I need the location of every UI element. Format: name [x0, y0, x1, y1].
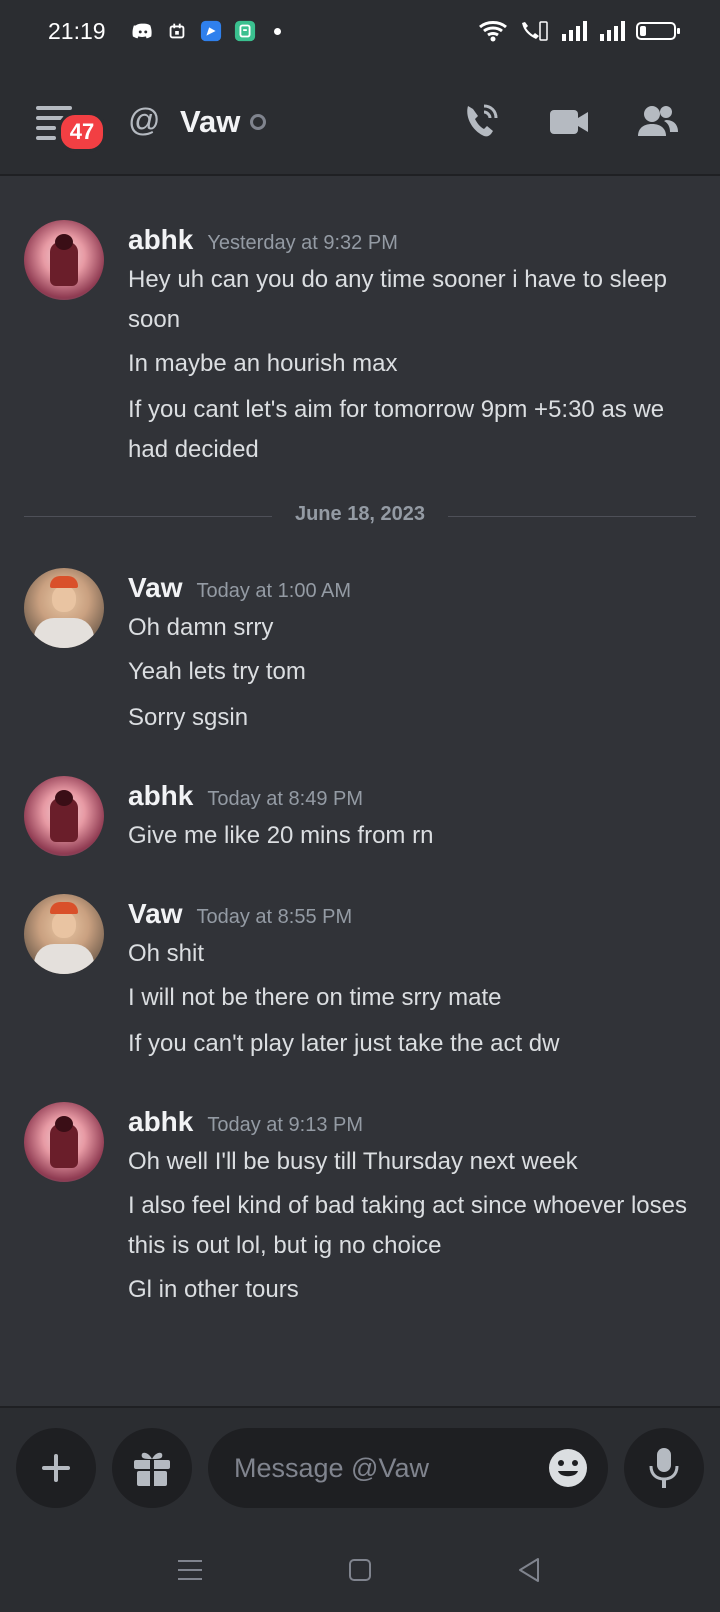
- avatar[interactable]: [24, 776, 104, 856]
- gift-icon: [134, 1452, 170, 1486]
- date-divider-label: June 18, 2023: [294, 503, 426, 525]
- message-list: abhk Yesterday at 9:32 PM Hey uh can you …: [0, 176, 720, 1406]
- voice-message-button[interactable]: [624, 1428, 704, 1508]
- timestamp: Today at 1:00 AM: [196, 580, 352, 602]
- message-text: I will not be there on time srry mate: [128, 984, 502, 1011]
- username[interactable]: abhk: [128, 780, 193, 811]
- message-text: Give me like 20 mins from rn: [128, 822, 434, 849]
- message-text: Oh damn srry: [128, 614, 274, 641]
- message-text: Oh well I'll be busy till Thursday next …: [128, 1148, 578, 1175]
- phone-call-icon[interactable]: [460, 100, 504, 144]
- wifi-icon: [479, 21, 507, 42]
- back-icon[interactable]: [514, 1554, 546, 1586]
- channel-title[interactable]: Vaw: [180, 104, 240, 140]
- username[interactable]: Vaw: [128, 898, 182, 929]
- app-blue-icon: [200, 20, 222, 42]
- timestamp: Today at 9:13 PM: [207, 1114, 364, 1136]
- gift-button[interactable]: [112, 1428, 192, 1508]
- message-text: Hey uh can you do any time sooner i have…: [128, 266, 667, 333]
- unread-badge: 47: [58, 112, 106, 152]
- message-text: Sorry sgsin: [128, 704, 249, 731]
- avatar[interactable]: [24, 220, 104, 300]
- timestamp: Yesterday at 9:32 PM: [207, 232, 398, 254]
- message-header: abhk Yesterday at 9:32 PM: [128, 224, 398, 256]
- channel-header: 47 @ Vaw: [0, 66, 720, 176]
- message-text: I also feel kind of bad taking act since…: [128, 1192, 687, 1259]
- message-header: Vaw Today at 8:55 PM: [128, 898, 352, 930]
- battery-icon: [636, 22, 680, 40]
- video-camera-icon[interactable]: [548, 100, 592, 144]
- status-time: 21:19: [48, 18, 106, 44]
- message-text: If you cant let's aim for tomorrow 9pm +…: [128, 396, 665, 463]
- add-attachment-button[interactable]: [16, 1428, 96, 1508]
- status-bar: 21:19: [0, 0, 720, 66]
- signal-1-icon: [562, 21, 587, 41]
- status-left-icons: [132, 20, 281, 42]
- at-icon: @: [128, 102, 161, 138]
- status-right-icons: [478, 19, 680, 43]
- signal-2-icon: [600, 21, 625, 41]
- volte-call-icon: [522, 21, 548, 41]
- avatar[interactable]: [24, 568, 104, 648]
- message-text: Yeah lets try tom: [128, 658, 306, 685]
- system-nav-bar: [0, 1528, 720, 1612]
- message-placeholder: Message @Vaw: [234, 1453, 429, 1483]
- message-header: abhk Today at 9:13 PM: [128, 1106, 363, 1138]
- home-icon[interactable]: [344, 1554, 376, 1586]
- username[interactable]: abhk: [128, 1106, 193, 1137]
- message-text: Oh shit: [128, 940, 205, 967]
- message-header: Vaw Today at 1:00 AM: [128, 572, 351, 604]
- message-text: In maybe an hourish max: [128, 350, 398, 377]
- plus-icon: [42, 1454, 70, 1482]
- timestamp: Today at 8:49 PM: [207, 788, 364, 810]
- message-composer: Message @Vaw: [0, 1406, 720, 1530]
- discord-icon: [132, 23, 152, 39]
- members-icon[interactable]: [636, 100, 680, 144]
- menu-icon[interactable]: [174, 1554, 206, 1586]
- microphone-icon: [649, 1448, 679, 1488]
- emoji-icon[interactable]: [548, 1448, 588, 1488]
- notification-dot: [274, 27, 281, 35]
- message-input[interactable]: Message @Vaw: [208, 1428, 608, 1508]
- message-text: If you can't play later just take the ac…: [128, 1030, 560, 1057]
- app-green-icon: [234, 20, 256, 42]
- username[interactable]: abhk: [128, 224, 193, 255]
- avatar[interactable]: [24, 1102, 104, 1182]
- offline-status-icon: [250, 114, 266, 130]
- message-header: abhk Today at 8:49 PM: [128, 780, 363, 812]
- calendar-icon: [169, 23, 185, 39]
- message-text: Gl in other tours: [128, 1276, 299, 1303]
- avatar[interactable]: [24, 894, 104, 974]
- date-divider: June 18, 2023: [24, 503, 696, 525]
- username[interactable]: Vaw: [128, 572, 182, 603]
- timestamp: Today at 8:55 PM: [196, 906, 353, 928]
